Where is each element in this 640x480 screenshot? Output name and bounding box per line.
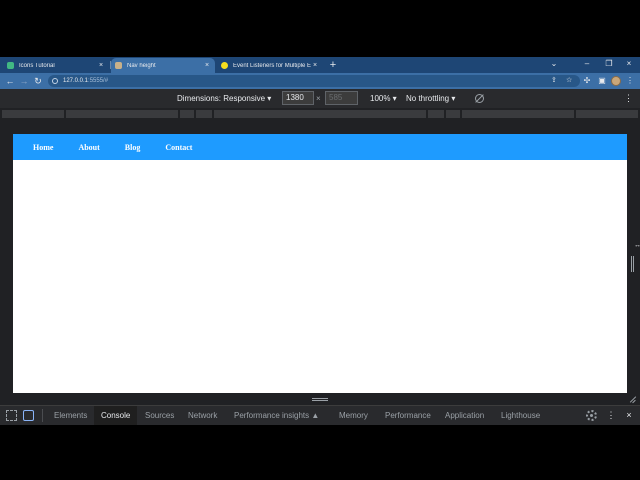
tab-close-icon[interactable]: × bbox=[311, 62, 319, 69]
tab-sources[interactable]: Sources bbox=[145, 406, 174, 425]
tab-lighthouse[interactable]: Lighthouse bbox=[501, 406, 540, 425]
rotate-disabled-icon[interactable] bbox=[475, 94, 484, 103]
new-tab-button[interactable]: + bbox=[327, 58, 339, 72]
inspect-element-icon[interactable] bbox=[6, 410, 17, 421]
device-toolbar: Dimensions: Responsive ▾ 1380 × 585 100%… bbox=[0, 89, 640, 108]
url-host: 127.0.0.1 bbox=[63, 78, 89, 84]
device-more-icon[interactable]: ⋮ bbox=[624, 89, 633, 108]
tab-nav-height[interactable]: Nav height × bbox=[111, 58, 215, 73]
nav-link-contact[interactable]: Contact bbox=[165, 143, 192, 152]
media-query-segment[interactable] bbox=[446, 110, 460, 118]
height-input[interactable]: 585 bbox=[325, 91, 358, 105]
extensions-icon[interactable]: ✣ bbox=[582, 75, 592, 87]
media-query-segment[interactable] bbox=[462, 110, 574, 118]
throttling-dropdown[interactable]: No throttling ▾ bbox=[406, 89, 455, 108]
reload-button[interactable]: ↻ bbox=[32, 75, 44, 87]
site-info-icon[interactable] bbox=[52, 78, 58, 84]
address-bar[interactable]: 127.0.0.1:5555/# ⇪ ☆ bbox=[48, 75, 580, 87]
media-query-segment[interactable] bbox=[196, 110, 212, 118]
tab-title: Nav height bbox=[127, 62, 156, 69]
media-query-segment[interactable] bbox=[576, 110, 638, 118]
minimize-button[interactable]: – bbox=[576, 57, 598, 73]
site-navbar: Home About Blog Contact bbox=[13, 134, 627, 160]
url-text[interactable]: 127.0.0.1:5555/# bbox=[63, 75, 108, 87]
times-symbol: × bbox=[316, 94, 321, 103]
media-query-segment[interactable] bbox=[66, 110, 178, 118]
vue-favicon-icon bbox=[7, 62, 14, 69]
gear-icon[interactable] bbox=[586, 410, 597, 421]
device-toggle-icon[interactable] bbox=[23, 410, 34, 421]
js-favicon-icon bbox=[221, 62, 228, 69]
profile-avatar[interactable] bbox=[611, 76, 621, 86]
devtools-tabbar: Elements Console Sources Network Perform… bbox=[0, 405, 640, 425]
tab-title: Event Listeners for Multiple Elem bbox=[233, 62, 311, 69]
tab-strip: Icons Tutorial × Nav height × Event List… bbox=[0, 57, 640, 73]
media-query-bar bbox=[0, 108, 640, 120]
tab-performance[interactable]: Performance bbox=[385, 406, 431, 425]
media-query-segment[interactable] bbox=[180, 110, 194, 118]
media-query-segment[interactable] bbox=[428, 110, 444, 118]
maximize-button[interactable]: ❐ bbox=[598, 57, 620, 73]
folder-favicon-icon bbox=[115, 62, 122, 69]
devtools-close-icon[interactable]: × bbox=[624, 406, 634, 425]
dimensions-dropdown[interactable]: Dimensions: Responsive ▾ bbox=[177, 89, 271, 108]
tab-search-icon[interactable]: ⌄ bbox=[543, 57, 565, 73]
nav-link-home[interactable]: Home bbox=[33, 143, 53, 152]
tab-icons-tutorial[interactable]: Icons Tutorial × bbox=[3, 58, 109, 73]
star-icon[interactable]: ☆ bbox=[566, 75, 572, 87]
tab-title: Icons Tutorial bbox=[19, 62, 55, 69]
tab-close-icon[interactable]: × bbox=[97, 62, 105, 69]
rendered-page: Home About Blog Contact bbox=[13, 134, 627, 393]
tab-performance-insights[interactable]: Performance insights ▲ bbox=[234, 406, 319, 425]
share-icon[interactable]: ⇪ bbox=[551, 75, 557, 87]
nav-link-blog[interactable]: Blog bbox=[125, 143, 141, 152]
url-path: :5555/# bbox=[88, 78, 109, 84]
close-window-button[interactable]: × bbox=[618, 57, 640, 73]
width-input[interactable]: 1380 bbox=[282, 91, 314, 105]
media-query-segment[interactable] bbox=[214, 110, 426, 118]
address-toolbar: ← → ↻ 127.0.0.1:5555/# ⇪ ☆ ✣ ▣ ⋮ bbox=[0, 73, 640, 89]
more-icon[interactable]: ⋮ bbox=[625, 75, 635, 87]
resize-handle-right[interactable] bbox=[631, 256, 634, 272]
resize-handle-corner[interactable] bbox=[629, 396, 636, 403]
media-query-segment[interactable] bbox=[2, 110, 64, 118]
tab-network[interactable]: Network bbox=[188, 406, 217, 425]
nav-link-about[interactable]: About bbox=[78, 143, 99, 152]
tab-event-listeners[interactable]: Event Listeners for Multiple Elem × bbox=[217, 58, 323, 73]
tab-close-icon[interactable]: × bbox=[203, 62, 211, 69]
tab-console[interactable]: Console bbox=[94, 406, 138, 425]
devtools-separator bbox=[42, 409, 43, 422]
devtools-more-icon[interactable]: ⋮ bbox=[606, 406, 616, 425]
browser-window: Icons Tutorial × Nav height × Event List… bbox=[0, 57, 640, 425]
resize-cursor-icon: ↔ bbox=[634, 242, 640, 249]
tab-elements[interactable]: Elements bbox=[54, 406, 87, 425]
forward-button[interactable]: → bbox=[18, 75, 30, 87]
zoom-dropdown[interactable]: 100% ▾ bbox=[370, 89, 397, 108]
resize-handle-bottom[interactable] bbox=[312, 398, 328, 401]
tab-memory[interactable]: Memory bbox=[339, 406, 368, 425]
back-button[interactable]: ← bbox=[4, 75, 16, 87]
sidebar-icon[interactable]: ▣ bbox=[597, 75, 607, 87]
tab-application[interactable]: Application bbox=[445, 406, 484, 425]
